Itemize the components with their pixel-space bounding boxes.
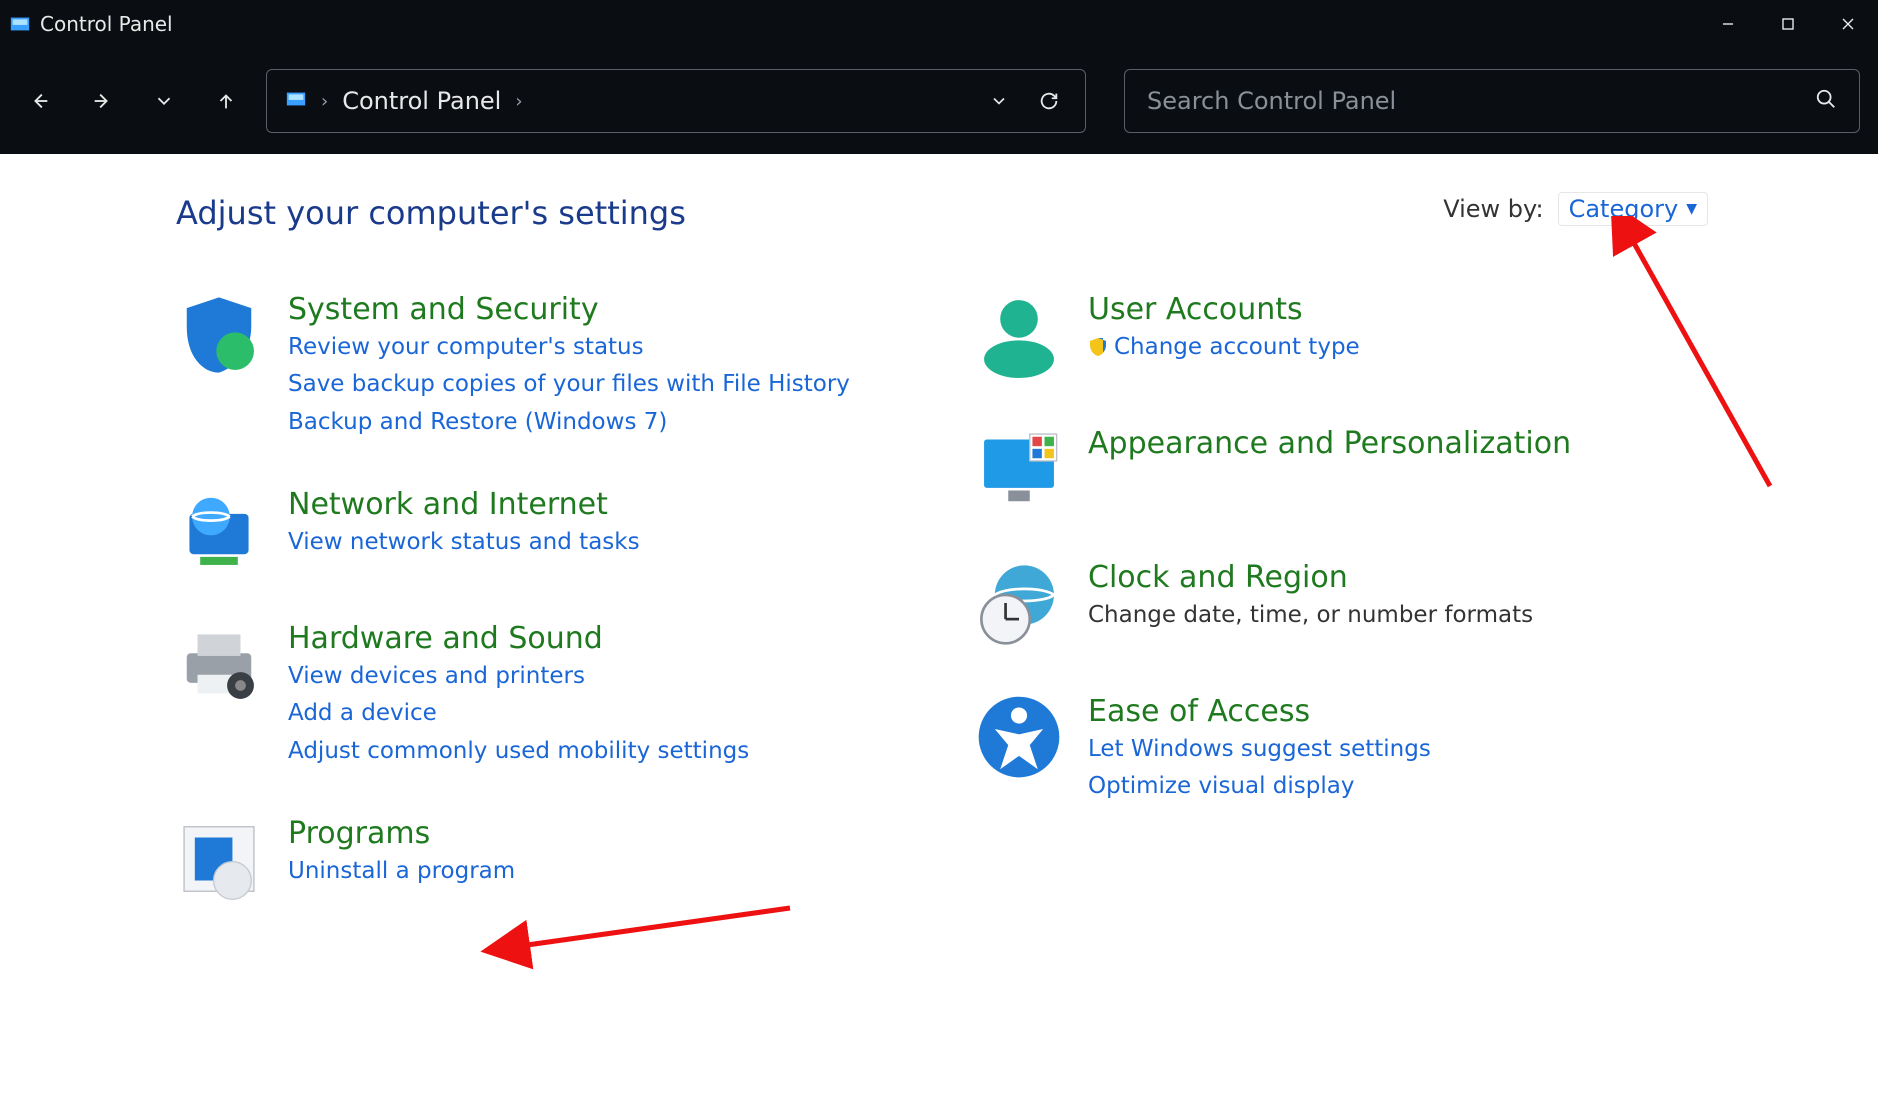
window-title: Control Panel xyxy=(40,12,173,36)
category-title[interactable]: User Accounts xyxy=(1088,292,1360,327)
annotation-arrow-icon xyxy=(320,898,810,978)
category-link[interactable]: Adjust commonly used mobility settings xyxy=(288,735,749,768)
category-link[interactable]: Backup and Restore (Windows 7) xyxy=(288,406,850,439)
forward-button[interactable] xyxy=(80,79,124,123)
search-input[interactable] xyxy=(1147,87,1815,115)
minimize-button[interactable] xyxy=(1698,0,1758,48)
category-link[interactable]: Add a device xyxy=(288,697,749,730)
category-ease-of-access: Ease of Access Let Windows suggest setti… xyxy=(976,694,1706,804)
category-link[interactable]: Optimize visual display xyxy=(1088,770,1431,803)
category-title[interactable]: Ease of Access xyxy=(1088,694,1431,729)
category-clock-region: Clock and Region Change date, time, or n… xyxy=(976,560,1706,646)
printer-icon xyxy=(176,621,262,707)
view-by-label: View by: xyxy=(1443,195,1543,223)
category-column-left: System and Security Review your computer… xyxy=(176,292,906,902)
accessibility-icon xyxy=(976,694,1062,780)
up-button[interactable] xyxy=(204,79,248,123)
category-link[interactable]: Save backup copies of your files with Fi… xyxy=(288,368,850,401)
category-title[interactable]: Appearance and Personalization xyxy=(1088,426,1571,461)
back-button[interactable] xyxy=(18,79,62,123)
category-title[interactable]: Network and Internet xyxy=(288,487,640,522)
address-dropdown-button[interactable] xyxy=(981,83,1017,119)
uac-shield-icon xyxy=(1088,334,1108,367)
category-appearance-personalization: Appearance and Personalization xyxy=(976,426,1706,512)
category-user-accounts: User Accounts Change account type xyxy=(976,292,1706,378)
close-button[interactable] xyxy=(1818,0,1878,48)
history-dropdown-button[interactable] xyxy=(142,79,186,123)
programs-icon xyxy=(176,816,262,902)
category-network-internet: Network and Internet View network status… xyxy=(176,487,906,573)
category-link[interactable]: View network status and tasks xyxy=(288,526,640,559)
category-title[interactable]: Hardware and Sound xyxy=(288,621,749,656)
category-title[interactable]: Clock and Region xyxy=(1088,560,1533,595)
navigation-bar: › Control Panel › xyxy=(0,48,1878,154)
category-link[interactable]: Let Windows suggest settings xyxy=(1088,733,1431,766)
content-area: Adjust your computer's settings View by:… xyxy=(0,154,1878,902)
chevron-down-icon: ▼ xyxy=(1686,201,1697,217)
view-by-value: Category xyxy=(1569,195,1679,223)
breadcrumb-separator-icon: › xyxy=(321,91,328,112)
category-link[interactable]: Change account type xyxy=(1088,331,1360,367)
category-programs: Programs Uninstall a program xyxy=(176,816,906,902)
address-icon xyxy=(285,88,307,114)
search-icon xyxy=(1815,88,1837,114)
breadcrumb-item[interactable]: Control Panel xyxy=(342,87,501,115)
category-title[interactable]: Programs xyxy=(288,816,515,851)
globe-monitor-icon xyxy=(176,487,262,573)
monitor-icon xyxy=(976,426,1062,512)
category-hardware-sound: Hardware and Sound View devices and prin… xyxy=(176,621,906,768)
shield-icon xyxy=(176,292,262,378)
category-title[interactable]: System and Security xyxy=(288,292,850,327)
refresh-button[interactable] xyxy=(1031,83,1067,119)
address-bar[interactable]: › Control Panel › xyxy=(266,69,1086,133)
view-by-control: View by: Category ▼ xyxy=(1443,192,1708,226)
category-column-right: User Accounts Change account type Appear… xyxy=(976,292,1706,902)
maximize-button[interactable] xyxy=(1758,0,1818,48)
title-bar: Control Panel xyxy=(0,0,1878,48)
breadcrumb-separator-icon: › xyxy=(515,91,522,112)
category-system-security: System and Security Review your computer… xyxy=(176,292,906,439)
category-link[interactable]: Uninstall a program xyxy=(288,855,515,888)
clock-globe-icon xyxy=(976,560,1062,646)
app-icon xyxy=(0,13,40,35)
search-box[interactable] xyxy=(1124,69,1860,133)
user-icon xyxy=(976,292,1062,378)
view-by-dropdown[interactable]: Category ▼ xyxy=(1558,192,1708,226)
category-link[interactable]: View devices and printers xyxy=(288,660,749,693)
category-subtext: Change date, time, or number formats xyxy=(1088,599,1533,632)
category-link[interactable]: Review your computer's status xyxy=(288,331,850,364)
